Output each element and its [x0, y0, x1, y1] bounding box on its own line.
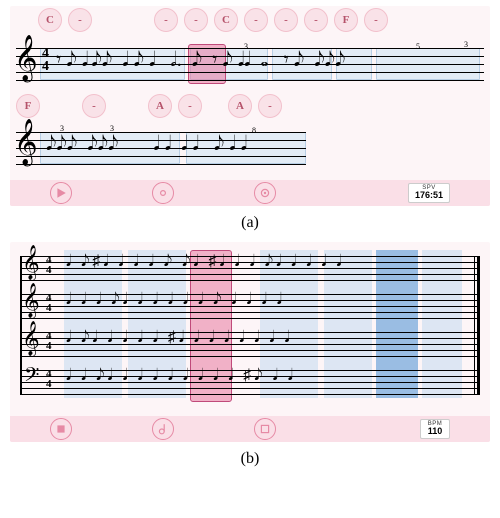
tuplet-label: 3 — [464, 40, 468, 49]
chord-chip[interactable]: - — [304, 8, 328, 32]
bpm-display[interactable]: SPV 176:51 — [408, 183, 450, 203]
chord-chip[interactable]: - — [244, 8, 268, 32]
chord-chip[interactable]: - — [68, 8, 92, 32]
chord-chip[interactable]: C — [38, 8, 62, 32]
notes-glyphs: 𝅘𝅥𝅮𝅘𝅥𝅮𝅘𝅥𝅮 𝅘𝅥𝅮𝅘𝅥𝅮𝅘𝅥𝅮 𝅘𝅥 𝅘𝅥 𝅘𝅥 𝅘𝅥 𝅘𝅥𝅮 𝅘𝅥 𝅘… — [46, 134, 247, 154]
panel-b: 𝄞 𝄞 𝄞 𝄢 44 44 44 44 𝅘𝅥 𝅘𝅥𝅮♯𝅘𝅥 𝅘𝅥 𝅘𝅥 𝅘𝅥 𝅘… — [10, 242, 490, 442]
chord-chip[interactable]: C — [214, 8, 238, 32]
tempo-button[interactable] — [152, 418, 174, 440]
treble-clef-icon: 𝄞 — [22, 248, 40, 278]
stop-button[interactable] — [50, 418, 72, 440]
treble-clef-icon: 𝄞 — [14, 122, 38, 162]
bass-clef-icon: 𝄢 — [24, 366, 39, 390]
chord-chip[interactable]: F — [16, 94, 40, 118]
tuplet-label: 3 — [60, 124, 64, 133]
staff-system-1: 𝄞 4 4 𝄾 𝅘𝅥𝅮 𝅘𝅥 𝅘𝅥𝅮𝅘𝅥𝅮 𝅘𝅥 𝅘𝅥𝅮 𝅘𝅥 𝅗𝅥. 𝅘𝅥𝅮 … — [16, 40, 484, 90]
caption-a: (a) — [241, 214, 259, 232]
chord-chip[interactable]: A — [148, 94, 172, 118]
record-button[interactable] — [152, 182, 174, 204]
bpm-value: 176:51 — [415, 191, 443, 201]
time-signature: 44 — [46, 332, 52, 352]
notes-glyphs: 𝅘𝅥 𝅘𝅥𝅮♯𝅘𝅥 𝅘𝅥 𝅘𝅥 𝅘𝅥 𝅘𝅥𝅮 𝅘𝅥𝅮𝅘𝅥 ♯𝅘𝅥 𝅘𝅥 𝅘𝅥 𝅘… — [66, 254, 345, 270]
time-signature: 44 — [46, 294, 52, 314]
toolbar: SPV 176:51 — [10, 180, 490, 206]
notes-glyphs: 𝅘𝅥 𝅘𝅥𝅮𝅘𝅥 𝅘𝅥 𝅘𝅥 𝅘𝅥 𝅘𝅥 ♯𝅘𝅥 𝅘𝅥 𝅘𝅥 𝅘𝅥 𝅘𝅥 𝅘𝅥 … — [66, 330, 293, 346]
chord-chip[interactable]: - — [258, 94, 282, 118]
chord-chip[interactable]: - — [184, 8, 208, 32]
four-part-score: 𝄞 𝄞 𝄞 𝄢 44 44 44 44 𝅘𝅥 𝅘𝅥𝅮♯𝅘𝅥 𝅘𝅥 𝅘𝅥 𝅘𝅥 𝅘… — [20, 250, 480, 400]
tuplet-label: 3 — [244, 42, 248, 51]
bpm-display[interactable]: BPM 110 — [420, 419, 450, 439]
tuplet-label: 8 — [252, 126, 256, 135]
chord-row-2: F - A - A - — [16, 94, 282, 118]
selection-highlight — [376, 250, 418, 398]
time-signature: 44 — [46, 370, 52, 390]
chord-chip[interactable]: - — [82, 94, 106, 118]
time-signature: 44 — [46, 256, 52, 276]
notes-glyphs: 𝄾 𝅘𝅥𝅮 𝅘𝅥 𝅘𝅥𝅮𝅘𝅥𝅮 𝅘𝅥 𝅘𝅥𝅮 𝅘𝅥 𝅗𝅥. 𝅘𝅥𝅮 𝄾 𝅘𝅥𝅮 … — [56, 50, 345, 70]
treble-clef-icon: 𝄞 — [22, 324, 40, 354]
treble-clef-icon: 𝄞 — [22, 286, 40, 316]
tuplet-label: 5 — [416, 42, 420, 51]
chord-row-1: C - - - C - - - F - — [38, 8, 388, 32]
toolbar: BPM 110 — [10, 416, 490, 442]
tuplet-label: 3 — [110, 124, 114, 133]
treble-clef-icon: 𝄞 — [14, 38, 38, 78]
settings-button[interactable] — [254, 418, 276, 440]
play-button[interactable] — [50, 182, 72, 204]
chord-chip[interactable]: - — [154, 8, 178, 32]
notes-glyphs: 𝅘𝅥 𝅘𝅥 𝅘𝅥 𝅘𝅥𝅮𝅘𝅥 𝅘𝅥 𝅘𝅥 𝅘𝅥 𝅘𝅥 𝅘𝅥 𝅘𝅥𝅮 𝅘𝅥 𝅘𝅥 … — [66, 292, 285, 308]
staff-system-2: 𝄞 𝅘𝅥𝅮𝅘𝅥𝅮𝅘𝅥𝅮 𝅘𝅥𝅮𝅘𝅥𝅮𝅘𝅥𝅮 𝅘𝅥 𝅘𝅥 𝅘𝅥 𝅘𝅥 𝅘𝅥𝅮 𝅘𝅥… — [16, 124, 484, 174]
chord-chip[interactable]: A — [228, 94, 252, 118]
notes-glyphs: 𝅘𝅥 𝅘𝅥 𝅘𝅥𝅮𝅘𝅥 𝅘𝅥 𝅘𝅥 𝅘𝅥 𝅘𝅥 𝅘𝅥 𝅘𝅥 𝅘𝅥 𝅘𝅥 ♯𝅘𝅥𝅮… — [66, 368, 296, 384]
chord-chip[interactable]: F — [334, 8, 358, 32]
time-signature: 4 4 — [42, 48, 49, 73]
caption-b: (b) — [241, 450, 260, 468]
chord-chip[interactable]: - — [274, 8, 298, 32]
chord-chip[interactable]: - — [178, 94, 202, 118]
chord-chip[interactable]: - — [364, 8, 388, 32]
settings-button[interactable] — [254, 182, 276, 204]
panel-a: C - - - C - - - F - 𝄞 4 4 𝄾 𝅘𝅥𝅮 𝅘𝅥 𝅘𝅥𝅮𝅘𝅥… — [10, 6, 490, 206]
bpm-value: 110 — [427, 427, 443, 437]
